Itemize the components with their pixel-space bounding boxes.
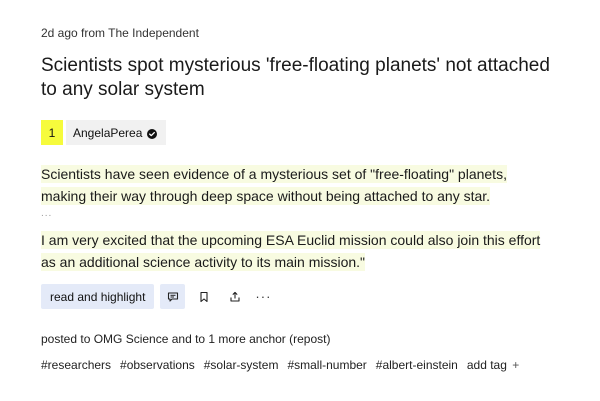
highlight-quote: I am very excited that the upcoming ESA … bbox=[41, 229, 541, 273]
bookmark-icon[interactable] bbox=[191, 284, 216, 309]
tag-item[interactable]: #solar-system bbox=[204, 358, 279, 372]
action-bar: read and highlight ··· bbox=[41, 284, 271, 309]
add-tag-button[interactable]: add tag + bbox=[467, 358, 519, 372]
tag-item[interactable]: #small-number bbox=[287, 358, 366, 372]
posted-info[interactable]: posted to OMG Science and to 1 more anch… bbox=[41, 332, 330, 346]
author-name: AngelaPerea bbox=[73, 125, 143, 140]
highlight-text: I am very excited that the upcoming ESA … bbox=[41, 231, 541, 271]
article-meta: 2d ago from The Independent bbox=[41, 26, 199, 40]
article-title[interactable]: Scientists spot mysterious 'free-floatin… bbox=[41, 54, 561, 102]
add-tag-label: add tag bbox=[466, 358, 507, 372]
verified-check-icon bbox=[147, 128, 158, 139]
more-options-button[interactable]: ··· bbox=[255, 289, 271, 304]
highlight-quote: Scientists have seen evidence of a myste… bbox=[41, 163, 541, 207]
rank-badge: 1 bbox=[41, 120, 63, 145]
tag-list: #researchers #observations #solar-system… bbox=[41, 358, 519, 372]
tag-item[interactable]: #albert-einstein bbox=[376, 358, 458, 372]
comment-icon[interactable] bbox=[160, 284, 186, 309]
highlight-text: Scientists have seen evidence of a myste… bbox=[41, 165, 507, 205]
share-icon[interactable] bbox=[222, 284, 247, 309]
read-and-highlight-button[interactable]: read and highlight bbox=[41, 284, 155, 309]
author-chip[interactable]: AngelaPerea bbox=[66, 120, 167, 145]
author-row: 1 AngelaPerea bbox=[41, 120, 167, 145]
article-card: 2d ago from The Independent Scientists s… bbox=[0, 0, 600, 401]
highlight-separator: ... bbox=[41, 208, 53, 219]
tag-item[interactable]: #observations bbox=[120, 358, 195, 372]
plus-icon: + bbox=[512, 358, 520, 372]
tag-item[interactable]: #researchers bbox=[41, 358, 111, 372]
